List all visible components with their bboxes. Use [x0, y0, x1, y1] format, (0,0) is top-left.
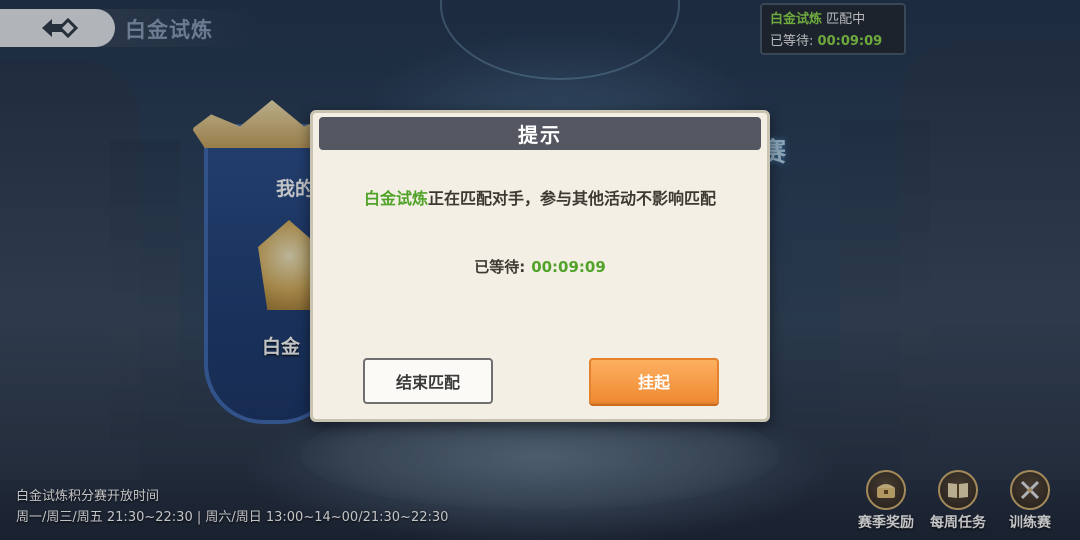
dialog-message-highlight: 白金试炼 — [363, 189, 428, 208]
hang-up-button[interactable]: 挂起 — [589, 358, 719, 404]
dialog-message-rest: 正在匹配对手，参与其他活动不影响匹配 — [428, 189, 717, 208]
dialog-wait: 已等待: 00:09:09 — [313, 256, 767, 277]
dialog-message: 白金试炼正在匹配对手，参与其他活动不影响匹配 — [313, 185, 767, 209]
dialog-header: 提示 — [319, 117, 761, 150]
dialog-wait-label: 已等待: — [474, 258, 526, 276]
prompt-dialog: 提示 白金试炼正在匹配对手，参与其他活动不影响匹配 已等待: 00:09:09 结… — [310, 110, 770, 422]
end-match-button[interactable]: 结束匹配 — [363, 358, 493, 404]
dialog-title: 提示 — [518, 123, 562, 147]
dialog-wait-time: 00:09:09 — [531, 258, 606, 276]
